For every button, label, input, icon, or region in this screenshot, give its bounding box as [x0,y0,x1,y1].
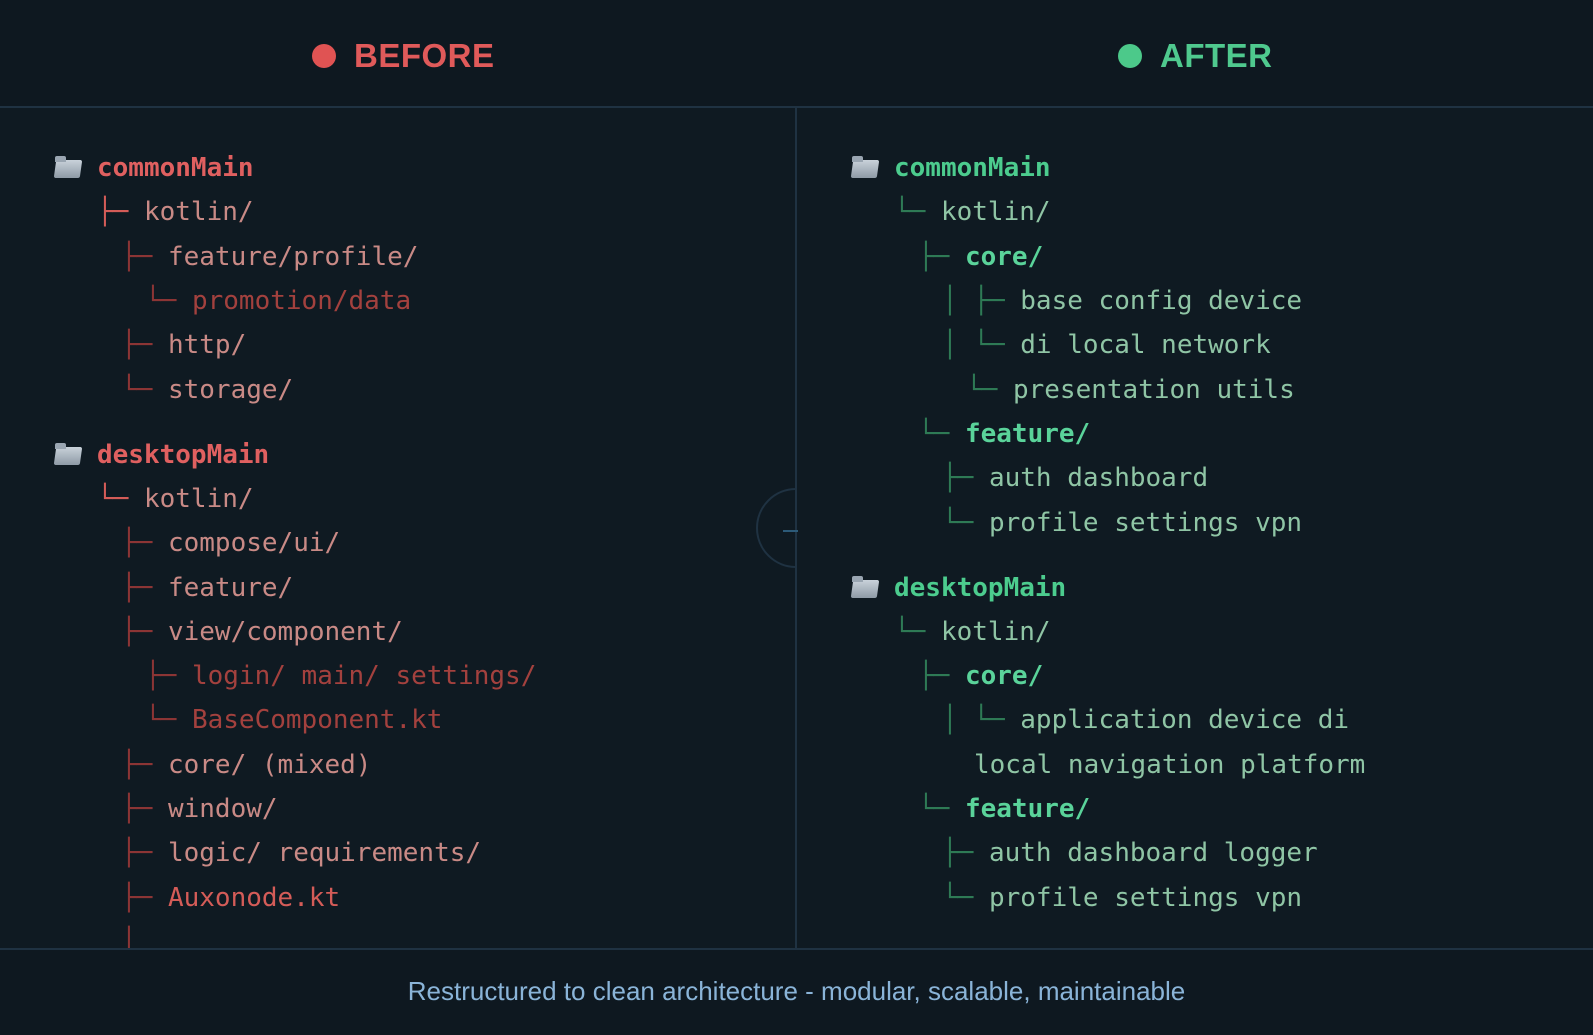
before-desktop-root: desktopMain [97,440,270,470]
tree-row: └─ feature/ [918,419,1091,449]
before-desktop-line: view/component/ [167,617,403,647]
tree-row: ├─ core/ [918,661,1044,691]
before-panel: commonMain ├─ kotlin/ ├─ feature/profile… [0,108,795,948]
tree-row: local navigation platform [974,745,1365,785]
tree-row: ├─ view/component/ [121,617,403,647]
after-common-line: kotlin/ [940,197,1051,227]
before-common-line: feature/profile/ [167,242,419,272]
before-common-line: promotion/data [191,286,412,316]
tree-row: ├─ compose/ui/ [121,528,341,558]
before-desktop-line: BaseComponent.kt [191,705,443,735]
tree-row: │ └─ application device di [942,705,1350,735]
after-label: AFTER [1160,37,1273,74]
before-heading: BEFORE [312,32,495,80]
after-desktop-line: feature/ [964,794,1091,824]
before-desktop-line: window/ [167,794,278,824]
before-desktop-line: compose/ui/ [167,528,341,558]
tree-row: ├─ window/ [121,794,278,824]
folder-icon [850,576,880,598]
tree-row: └─ profile settings vpn [942,508,1303,538]
footer-caption: Restructured to clean architecture - mod… [407,976,1186,1006]
tree-row: ├─ feature/ [121,573,294,603]
tree-row: └─ kotlin/ [97,484,254,514]
after-common-line: auth dashboard [988,463,1209,493]
after-common-line: base config device [1020,286,1303,316]
green-dot-icon [1118,44,1142,68]
footer-bar: Restructured to clean architecture - mod… [0,948,1593,1035]
tree-row: └─ presentation utils [966,375,1295,405]
tree-row: └─ promotion/data [145,286,412,316]
after-desktop-line: local navigation platform [974,750,1366,780]
tree-row: └─ storage/ [121,375,294,405]
tree-row: ├─ auth dashboard [942,463,1209,493]
before-desktop-line: Auxonode.kt [167,883,341,913]
tree-row: └─ profile settings vpn [942,883,1303,913]
before-desktop-line: logic/ requirements/ [167,838,482,868]
tree-row: └─ kotlin/ [894,197,1051,227]
after-common-line: di local network [1020,330,1271,360]
after-common-root: commonMain [894,153,1051,183]
red-dot-icon [312,44,336,68]
before-common-line: http/ [167,330,247,360]
tree-row: ├─ http/ [121,330,247,360]
tree-row: └─ kotlin/ [894,617,1051,647]
tree-row: ├─ login/ main/ settings/ [145,661,537,691]
after-desktop-line: profile settings vpn [988,883,1303,913]
tree-row: ├─ feature/profile/ [121,242,419,272]
folder-icon [53,443,83,465]
after-desktop-line: auth dashboard logger [988,838,1318,868]
tree-row: ├─ kotlin/ [97,197,254,227]
before-common-line: kotlin/ [143,197,254,227]
folder-icon [53,156,83,178]
tree-row: └─ BaseComponent.kt [145,705,443,735]
tree-row: └─ feature/ [918,794,1091,824]
before-common-line: storage/ [167,375,294,405]
before-desktop-line: feature/ [167,573,294,603]
after-desktop-line: kotlin/ [940,617,1051,647]
after-common-line: core/ [964,242,1044,272]
after-common-line: profile settings vpn [988,508,1303,538]
tree-row: ├─ logic/ requirements/ [121,838,482,868]
comparison-header: BEFORE AFTER [0,0,1593,108]
after-desktop-root: desktopMain [894,573,1067,603]
slider-grip-icon [783,530,798,532]
before-desktop-line: kotlin/ [143,484,254,514]
before-desktop-line: core/ (mixed) [167,750,372,780]
tree-row: │ [121,927,137,948]
after-common-line: feature/ [964,419,1091,449]
tree-row: │ ├─ base config device [942,286,1303,316]
before-common-root: commonMain [97,153,254,183]
before-label: BEFORE [354,37,495,74]
tree-row: ├─ auth dashboard logger [942,838,1318,868]
tree-row: ├─ Auxonode.kt [121,883,341,913]
after-desktop-line: application device di [1020,705,1350,735]
tree-row: ├─ core/ (mixed) [121,750,372,780]
tree-row: ├─ core/ [918,242,1044,272]
folder-icon [850,156,880,178]
before-desktop-line: login/ main/ settings/ [191,661,537,691]
after-heading: AFTER [1118,32,1273,80]
tree-row: │ └─ di local network [942,330,1271,360]
after-common-line: presentation utils [1012,375,1295,405]
after-panel: commonMain └─ kotlin/ ├─ core/ │ ├─ base… [797,108,1593,948]
after-desktop-line: core/ [964,661,1044,691]
